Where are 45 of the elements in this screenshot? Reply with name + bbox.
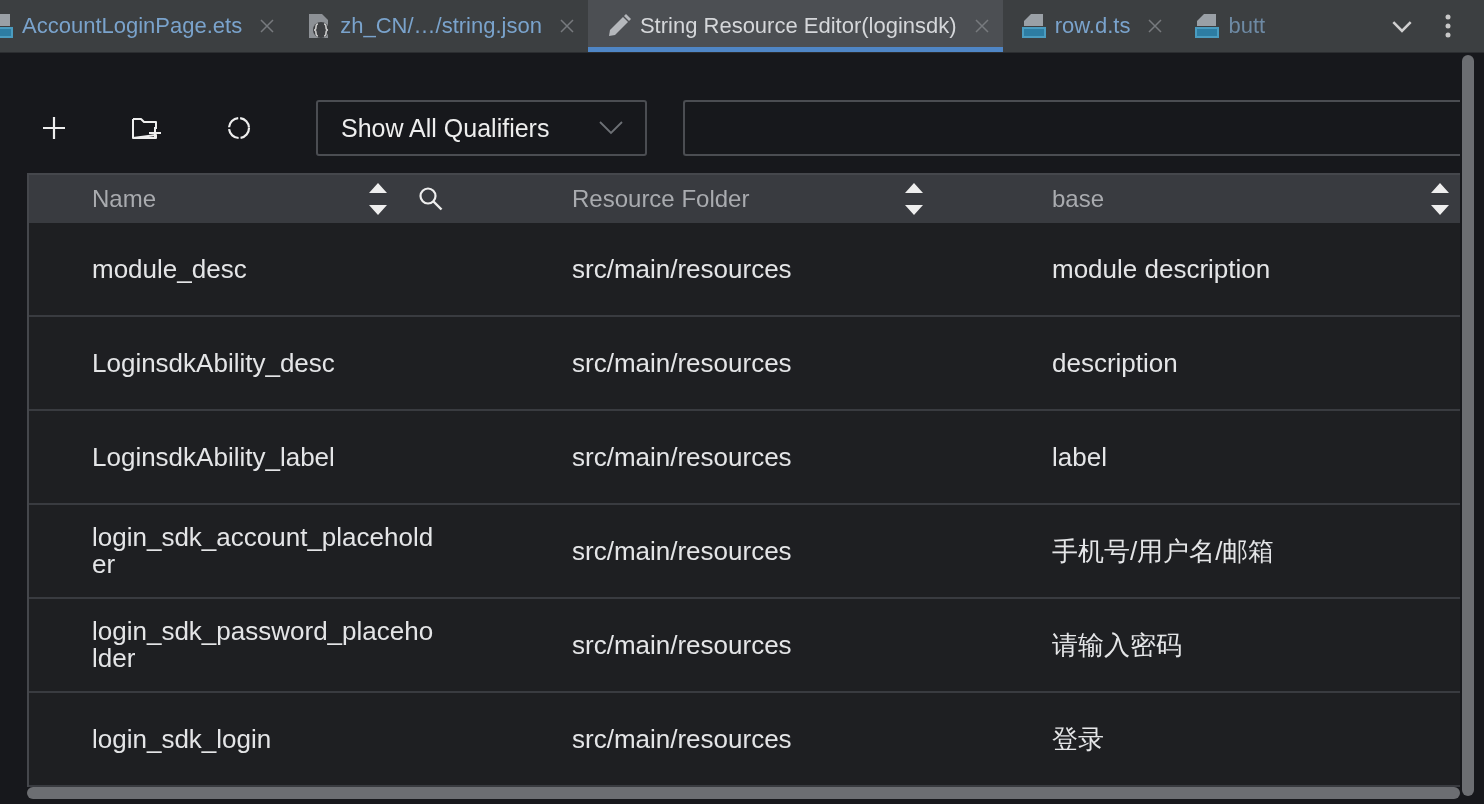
table-cell-text: module_desc (92, 255, 248, 283)
table-cell: module description (1052, 255, 1271, 283)
column-header[interactable]: Name (92, 185, 157, 213)
table-cell: src/main/resources (572, 255, 792, 283)
refresh-icon[interactable] (226, 115, 252, 141)
column-header[interactable]: Resource Folder (572, 185, 750, 213)
table-cell: description (1052, 349, 1178, 377)
table-cell-text: login_sdk_account_placeholder (92, 524, 435, 578)
close-icon[interactable] (1148, 19, 1163, 33)
editor-tab[interactable]: AccountLoginPage.ets (0, 0, 289, 52)
close-icon[interactable] (559, 19, 574, 33)
chevron-down-icon (599, 121, 623, 135)
editor-tab[interactable]: String Resource Editor(loginsdk) (587, 0, 1003, 52)
editor-tab[interactable]: butt (1176, 0, 1280, 52)
table-cell: 请输入密码 (1052, 631, 1182, 659)
table-cell: src/main/resources (572, 349, 792, 377)
table-cell-text: login_sdk_password_placeholder (92, 618, 435, 672)
chevron-down-icon[interactable] (1391, 19, 1413, 33)
table-cell-text: login_sdk_login (92, 725, 273, 753)
table-cell: src/main/resources (572, 537, 792, 565)
column-header[interactable]: base (1052, 185, 1105, 213)
table-cell: src/main/resources (572, 631, 792, 659)
editor-tab[interactable]: zh_CN/…/string.json (288, 0, 588, 52)
table-cell-text: LoginsdkAbility_label (92, 443, 336, 471)
add-icon[interactable] (42, 116, 66, 140)
close-icon[interactable] (260, 19, 275, 33)
more-options-icon[interactable] (1445, 14, 1451, 38)
sort-icon[interactable] (904, 182, 924, 216)
table-cell: 登录 (1052, 725, 1104, 753)
table-cell: label (1052, 443, 1107, 471)
editor-tab[interactable]: row.d.ts (1002, 0, 1177, 52)
add-folder-icon[interactable] (131, 115, 161, 141)
sort-icon[interactable] (368, 182, 388, 216)
search-icon[interactable] (418, 186, 444, 212)
search-field[interactable] (683, 100, 1460, 156)
sort-icon[interactable] (1430, 182, 1450, 216)
table-cell: src/main/resources (572, 443, 792, 471)
vertical-scrollbar[interactable] (1462, 55, 1474, 796)
table-cell-text: LoginsdkAbility_desc (92, 349, 336, 377)
file-icon (1194, 13, 1221, 39)
file-icon (1020, 13, 1047, 39)
horizontal-scrollbar[interactable] (27, 787, 1460, 799)
qualifier-dropdown[interactable]: Show All Qualifiers (316, 100, 647, 156)
table-cell: 手机号/用户名/邮箱 (1052, 537, 1275, 565)
table-cell: src/main/resources (572, 725, 792, 753)
